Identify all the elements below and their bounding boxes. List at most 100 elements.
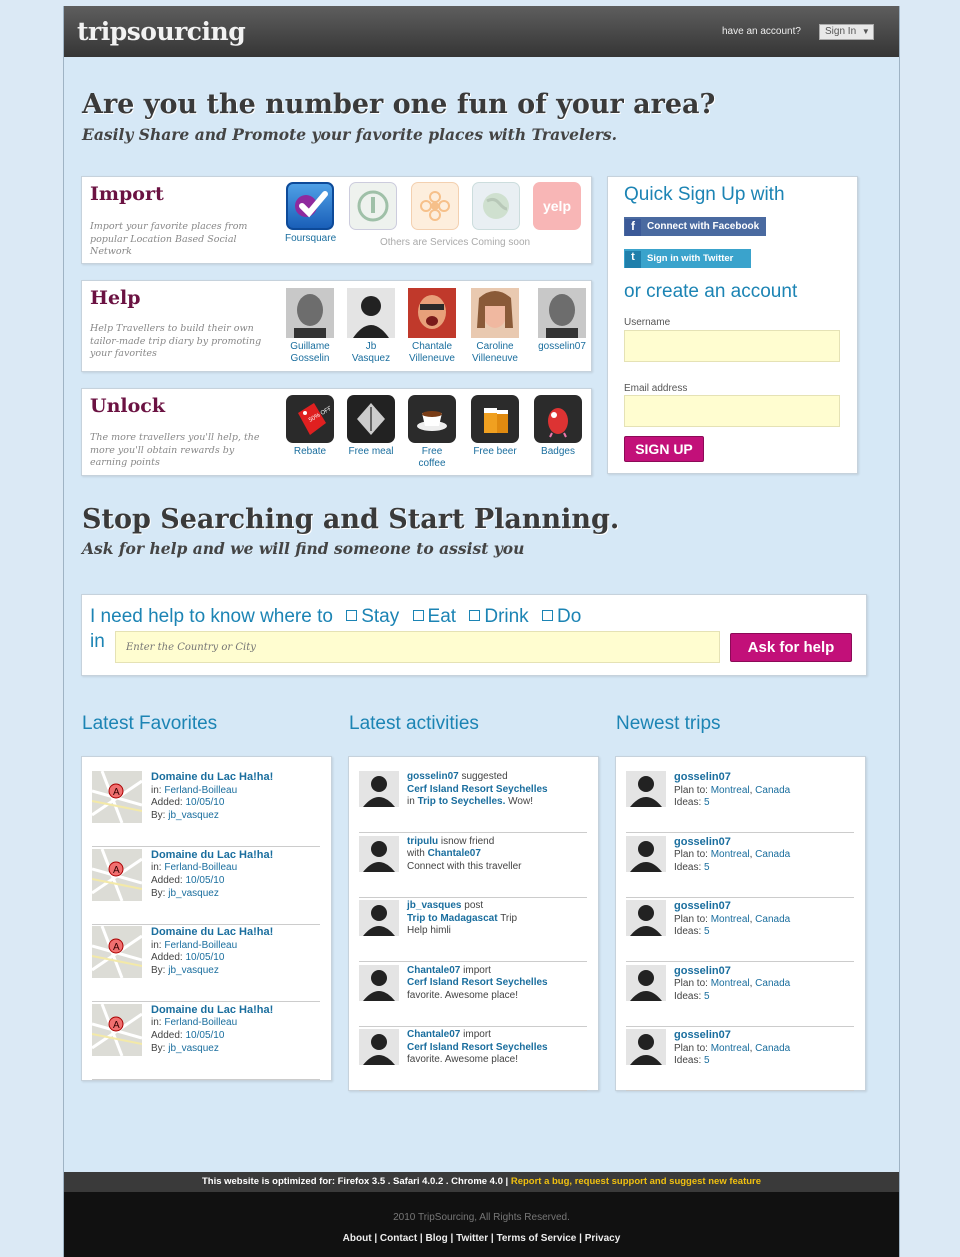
- blog-link[interactable]: Blog: [426, 1233, 448, 1244]
- favorite-details: Domaine du Lac Ha!ha! in: Ferland-Boillea…: [151, 1004, 273, 1056]
- email-input[interactable]: [624, 395, 840, 427]
- activity-verb: import: [463, 964, 491, 976]
- person-first-name: Jb: [365, 341, 377, 352]
- trip-user[interactable]: gosselin07: [674, 900, 731, 912]
- facebook-connect-button[interactable]: f Connect with Facebook: [624, 217, 766, 236]
- favorite-title[interactable]: Domaine du Lac Ha!ha!: [151, 849, 273, 861]
- person-first-name: gosselin07: [538, 341, 586, 352]
- reward-tile[interactable]: Free meal: [346, 395, 396, 458]
- activity-user[interactable]: Chantale07: [407, 965, 460, 976]
- username-input[interactable]: [624, 330, 840, 362]
- favorite-title[interactable]: Domaine du Lac Ha!ha!: [151, 926, 273, 938]
- activity-user[interactable]: tripulu: [407, 836, 438, 847]
- ask-for-help-button[interactable]: Ask for help: [730, 633, 852, 662]
- user-avatar-icon[interactable]: [359, 900, 399, 936]
- user-avatar-icon[interactable]: [359, 964, 399, 1001]
- person-tile[interactable]: Jb Vasquez: [346, 288, 396, 365]
- newest-trips-title: Newest trips: [616, 713, 721, 734]
- foursquare-tile[interactable]: Foursquare: [285, 182, 336, 245]
- favorite-title[interactable]: Domaine du Lac Ha!ha!: [151, 1004, 273, 1016]
- map-pin-icon[interactable]: A: [91, 770, 143, 824]
- trip-user[interactable]: gosselin07: [674, 1029, 731, 1041]
- trip-city[interactable]: Montreal: [711, 914, 750, 925]
- report-bug-link[interactable]: Report a bug, request support and sugges…: [511, 1176, 761, 1187]
- activity-line2-link[interactable]: Cerf Island Resort Seychelles: [407, 977, 548, 988]
- beer-icon: [471, 395, 519, 443]
- signup-button[interactable]: SIGN UP: [624, 436, 704, 462]
- reward-tile[interactable]: 50% OFF Rebate: [285, 395, 335, 458]
- meal-icon: [347, 395, 395, 443]
- terms-link[interactable]: Terms of Service: [497, 1233, 577, 1244]
- reward-tile[interactable]: Badges: [533, 395, 583, 458]
- page-container: tripsourcing have an account? Sign In ▼ …: [63, 6, 900, 1257]
- reward-label: Rebate: [293, 446, 327, 457]
- latest-favorites-title: Latest Favorites: [82, 713, 218, 734]
- user-avatar-icon[interactable]: [626, 835, 666, 872]
- activity-user[interactable]: jb_vasques: [407, 900, 461, 911]
- site-logo[interactable]: tripsourcing: [77, 17, 246, 46]
- user-avatar-icon[interactable]: [626, 964, 666, 1001]
- favorite-author[interactable]: jb_vasquez: [168, 965, 219, 976]
- privacy-link[interactable]: Privacy: [585, 1233, 621, 1244]
- activity-user[interactable]: Chantale07: [407, 1029, 460, 1040]
- trip-country[interactable]: Canada: [755, 849, 790, 860]
- favorite-location[interactable]: Ferland-Boilleau: [164, 1017, 237, 1028]
- chantale-avatar: [408, 288, 456, 338]
- trip-country[interactable]: Canada: [755, 785, 790, 796]
- location-input[interactable]: [115, 631, 720, 663]
- activities-panel: gosselin07 suggested Cerf Island Resort …: [348, 756, 599, 1091]
- twitter-signin-button[interactable]: t Sign in with Twitter: [624, 249, 751, 268]
- trip-city[interactable]: Montreal: [711, 1043, 750, 1054]
- trip-user[interactable]: gosselin07: [674, 965, 731, 977]
- trip-user[interactable]: gosselin07: [674, 771, 731, 783]
- activity-line2-link[interactable]: Cerf Island Resort Seychelles: [407, 784, 548, 795]
- drink-checkbox[interactable]: [469, 609, 481, 621]
- favorite-author[interactable]: jb_vasquez: [168, 888, 219, 899]
- favorite-author[interactable]: jb_vasquez: [168, 810, 219, 821]
- plan-label: Plan to:: [674, 784, 708, 796]
- trip-ideas-count: 5: [704, 797, 710, 809]
- user-avatar-icon[interactable]: [359, 1029, 399, 1065]
- person-tile[interactable]: Guillame Gosselin: [285, 288, 335, 365]
- trip-city[interactable]: Montreal: [711, 785, 750, 796]
- user-avatar-icon[interactable]: [626, 771, 666, 807]
- user-avatar-icon[interactable]: [626, 1029, 666, 1065]
- stay-checkbox[interactable]: [346, 609, 358, 621]
- person-tile[interactable]: Caroline Villeneuve: [470, 288, 520, 365]
- user-avatar-icon[interactable]: [359, 835, 399, 872]
- person-tile[interactable]: Chantale Villeneuve: [407, 288, 457, 365]
- sign-in-button[interactable]: Sign In ▼: [819, 24, 874, 40]
- activity-details: jb_vasques post Trip to Madagascat Trip H…: [407, 900, 517, 938]
- trip-user[interactable]: gosselin07: [674, 836, 731, 848]
- reward-tile[interactable]: Free beer: [470, 395, 520, 458]
- activity-line2-link[interactable]: Trip to Madagascat: [407, 913, 498, 924]
- reward-tile[interactable]: Free coffee: [407, 395, 457, 470]
- yelp-wordmark: yelp: [542, 198, 571, 214]
- activity-user[interactable]: gosselin07: [407, 771, 459, 782]
- user-avatar-icon[interactable]: [626, 900, 666, 936]
- contact-link[interactable]: Contact: [380, 1233, 417, 1244]
- map-pin-icon[interactable]: A: [91, 925, 143, 979]
- favorite-location[interactable]: Ferland-Boilleau: [164, 940, 237, 951]
- favorite-author[interactable]: jb_vasquez: [168, 1043, 219, 1054]
- user-avatar-icon[interactable]: [359, 771, 399, 807]
- favorite-location[interactable]: Ferland-Boilleau: [164, 862, 237, 873]
- favorite-title[interactable]: Domaine du Lac Ha!ha!: [151, 771, 273, 783]
- activity-line2-link[interactable]: Chantale07: [428, 848, 481, 859]
- trip-city[interactable]: Montreal: [711, 978, 750, 989]
- trip-city[interactable]: Montreal: [711, 849, 750, 860]
- eat-checkbox[interactable]: [412, 609, 424, 621]
- person-tile[interactable]: gosselin07: [533, 288, 591, 353]
- favorite-location[interactable]: Ferland-Boilleau: [164, 785, 237, 796]
- about-link[interactable]: About: [343, 1233, 372, 1244]
- do-checkbox[interactable]: [541, 609, 553, 621]
- trip-country[interactable]: Canada: [755, 914, 790, 925]
- map-pin-icon[interactable]: A: [91, 847, 143, 902]
- twitter-link[interactable]: Twitter: [456, 1233, 488, 1244]
- twitter-signin-label: Sign in with Twitter: [647, 253, 734, 264]
- map-pin-icon[interactable]: A: [91, 1002, 143, 1057]
- trip-country[interactable]: Canada: [755, 978, 790, 989]
- trip-country[interactable]: Canada: [755, 1043, 790, 1054]
- activity-line2-link[interactable]: Cerf Island Resort Seychelles: [407, 1042, 548, 1053]
- activity-line3-link[interactable]: Trip to Seychelles.: [418, 796, 506, 807]
